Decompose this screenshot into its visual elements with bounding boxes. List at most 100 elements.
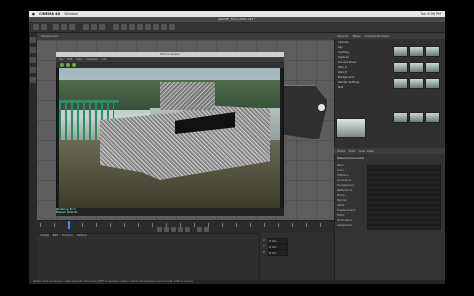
coord-y-label: Y bbox=[263, 245, 265, 248]
mat-menu-edit[interactable]: Edit bbox=[53, 233, 58, 237]
scale-icon[interactable] bbox=[61, 24, 67, 30]
subdivision-icon[interactable] bbox=[129, 24, 135, 30]
viewport-menu: Perspective bbox=[37, 33, 334, 40]
pv-menu-compare[interactable]: Compare bbox=[86, 58, 98, 61]
redo-icon[interactable] bbox=[41, 24, 47, 30]
attribute-row[interactable]: Reflectance bbox=[337, 189, 442, 195]
attribute-row[interactable]: Illumination bbox=[337, 219, 442, 225]
thumbnail[interactable] bbox=[425, 112, 440, 123]
stop-icon[interactable] bbox=[66, 63, 70, 67]
thumbnail[interactable] bbox=[409, 62, 424, 73]
tab-objects[interactable]: Objects bbox=[337, 34, 348, 38]
attribute-row[interactable]: Transparency bbox=[337, 184, 442, 190]
thumbnail[interactable] bbox=[393, 46, 408, 57]
transport-controls bbox=[37, 226, 334, 233]
tab-content-browser[interactable]: Content Browser bbox=[365, 34, 390, 38]
thumbnail[interactable] bbox=[409, 112, 424, 123]
thumbnail[interactable] bbox=[393, 62, 408, 73]
pv-menu-edit[interactable]: Edit bbox=[67, 58, 72, 61]
app-menu[interactable]: CINEMA 4D bbox=[39, 12, 60, 16]
step-forward-icon[interactable] bbox=[178, 227, 183, 232]
left-tool-palette bbox=[29, 33, 37, 280]
pv-menu-file[interactable]: File bbox=[59, 58, 63, 61]
viewport-label[interactable]: Perspective bbox=[41, 34, 58, 38]
render-elapsed: Elapsed: 00:00:41 bbox=[56, 211, 78, 214]
pv-menu-info[interactable]: Info bbox=[102, 58, 107, 61]
render-settings-icon[interactable] bbox=[99, 24, 105, 30]
render-picture-viewer-icon[interactable] bbox=[91, 24, 97, 30]
pv-menu-view[interactable]: View bbox=[76, 58, 82, 61]
autokey-icon[interactable] bbox=[204, 227, 209, 232]
coord-x-label: X bbox=[263, 239, 265, 242]
thumbnail[interactable] bbox=[409, 46, 424, 57]
preview-thumbnail[interactable] bbox=[336, 118, 366, 138]
thumbnail[interactable] bbox=[425, 78, 440, 89]
camera-icon[interactable] bbox=[161, 24, 167, 30]
thumbnail[interactable] bbox=[393, 78, 408, 89]
array-icon[interactable] bbox=[137, 24, 143, 30]
thumbnail[interactable] bbox=[409, 78, 424, 89]
model-mode-icon[interactable] bbox=[30, 37, 36, 43]
attribute-header: Material [Concrete] bbox=[337, 156, 365, 160]
tab-edit[interactable]: Edit bbox=[349, 149, 355, 153]
attribute-row[interactable]: Normal bbox=[337, 199, 442, 205]
move-icon[interactable] bbox=[53, 24, 59, 30]
undo-icon[interactable] bbox=[33, 24, 39, 30]
main-toolbar bbox=[29, 22, 445, 33]
render-view-icon[interactable] bbox=[83, 24, 89, 30]
material-manager bbox=[37, 233, 259, 284]
content-browser-thumbnails bbox=[393, 40, 443, 135]
status-text: Rotate: Click and drag to rotate element… bbox=[33, 280, 194, 283]
tab-takes[interactable]: Takes bbox=[352, 34, 360, 38]
tab-mode[interactable]: Mode bbox=[337, 149, 345, 153]
object-handle[interactable] bbox=[318, 104, 325, 111]
render-concrete-top bbox=[160, 82, 215, 110]
coord-z-field[interactable]: 0 cm bbox=[268, 250, 288, 256]
attribute-row[interactable]: Assignment bbox=[337, 224, 442, 230]
go-to-end-icon[interactable] bbox=[185, 227, 190, 232]
attribute-row[interactable]: Alpha bbox=[337, 204, 442, 210]
render-railing-top bbox=[59, 100, 119, 103]
status-bar: Rotate: Click and drag to rotate element… bbox=[29, 280, 445, 284]
step-back-icon[interactable] bbox=[164, 227, 169, 232]
floor-icon[interactable] bbox=[153, 24, 159, 30]
record-icon[interactable] bbox=[197, 227, 202, 232]
thumbnail[interactable] bbox=[425, 46, 440, 57]
thumbnail[interactable] bbox=[393, 112, 408, 123]
attribute-row[interactable]: Color bbox=[337, 169, 442, 175]
attribute-row[interactable]: Editor bbox=[337, 214, 442, 220]
points-mode-icon[interactable] bbox=[30, 57, 36, 63]
coordinate-manager: X 0 cm Y 0 cm Z 0 cm bbox=[259, 233, 334, 284]
polygons-mode-icon[interactable] bbox=[30, 77, 36, 83]
coord-z-label: Z bbox=[263, 251, 265, 254]
cube-icon[interactable] bbox=[113, 24, 119, 30]
object-list: Camera Sky Lighting Stadium Ground Plane… bbox=[335, 40, 390, 110]
attribute-row[interactable]: Luminance bbox=[337, 179, 442, 185]
tab-user-data[interactable]: User Data bbox=[359, 149, 374, 153]
picture-viewer-status: Rendering: 81 % Elapsed: 00:00:41 bbox=[56, 208, 284, 216]
attribute-row[interactable]: Bump bbox=[337, 194, 442, 200]
apple-icon[interactable]: ● bbox=[32, 12, 35, 16]
light-icon[interactable] bbox=[169, 24, 175, 30]
attribute-row[interactable]: Basic bbox=[337, 164, 442, 170]
save-icon[interactable] bbox=[72, 63, 76, 67]
play-icon[interactable] bbox=[171, 227, 176, 232]
thumbnail[interactable] bbox=[425, 62, 440, 73]
mat-menu-create[interactable]: Create bbox=[40, 233, 49, 237]
object-manager-tabs: Objects Takes Content Browser bbox=[334, 33, 445, 39]
material-menu: Create Edit Function Texture bbox=[37, 233, 259, 238]
mat-menu-texture[interactable]: Texture bbox=[77, 233, 87, 237]
play-icon[interactable] bbox=[60, 63, 64, 67]
pen-icon[interactable] bbox=[121, 24, 127, 30]
go-to-start-icon[interactable] bbox=[157, 227, 162, 232]
edges-mode-icon[interactable] bbox=[30, 67, 36, 73]
mat-menu-function[interactable]: Function bbox=[62, 233, 73, 237]
deformer-icon[interactable] bbox=[145, 24, 151, 30]
attribute-tabs: Mode Edit User Data bbox=[334, 148, 445, 154]
attribute-row[interactable]: Diffusion bbox=[337, 174, 442, 180]
window-menu[interactable]: Window bbox=[64, 12, 77, 16]
list-item[interactable]: Null bbox=[335, 85, 390, 90]
rotate-icon[interactable] bbox=[69, 24, 75, 30]
attribute-row[interactable]: Displacement bbox=[337, 209, 442, 215]
texture-mode-icon[interactable] bbox=[30, 47, 36, 53]
